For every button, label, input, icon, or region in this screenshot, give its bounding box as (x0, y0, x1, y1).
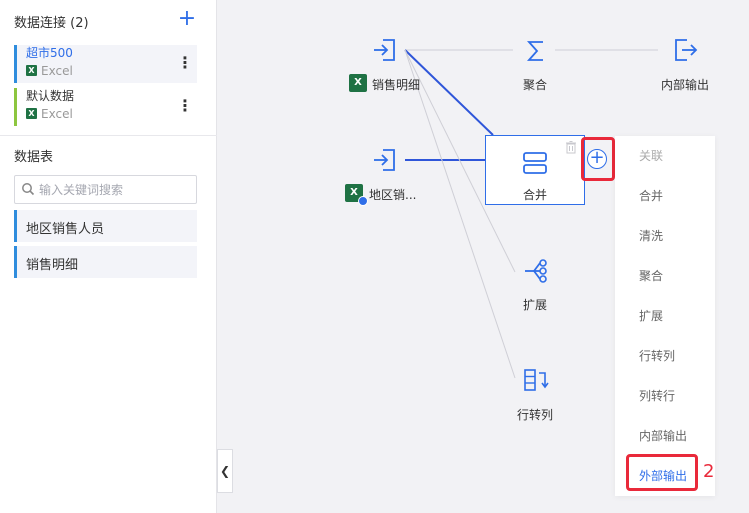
node-label-output: 内部输出 (661, 78, 710, 92)
merge-icon (523, 152, 547, 174)
table-indicator (14, 246, 17, 278)
table-label: 地区销售人员 (26, 222, 105, 237)
trash-icon[interactable] (564, 140, 578, 154)
divider (0, 135, 217, 136)
data-tables-header: 数据表 (14, 150, 54, 165)
excel-icon: X (26, 65, 37, 76)
connection-indicator (14, 88, 17, 126)
connection-type: Excel (41, 107, 73, 121)
menu-item-internal-output[interactable]: 内部输出 (615, 416, 715, 456)
node-label-merge: 合并 (523, 188, 548, 202)
output-icon[interactable] (671, 35, 701, 65)
menu-item-expand[interactable]: 扩展 (615, 296, 715, 336)
input-icon[interactable] (370, 145, 400, 175)
node-label-regional: 地区销... (369, 188, 417, 202)
annotation-box-1 (581, 137, 615, 181)
node-label-expand: 扩展 (523, 298, 548, 312)
more-options-icon[interactable]: ⋮ (177, 53, 193, 75)
annotation-box-2 (626, 454, 698, 491)
annotation-number-2: 2 (703, 461, 715, 482)
table-indicator (14, 210, 17, 242)
menu-item-merge[interactable]: 合并 (615, 176, 715, 216)
connection-name: 超市500 (26, 46, 73, 60)
menu-item-aggregate[interactable]: 聚合 (615, 256, 715, 296)
connection-indicator (14, 45, 17, 83)
merge-node[interactable]: 合并 (485, 135, 585, 205)
edge-input1-row-to-col (404, 49, 516, 379)
check-badge-icon (358, 196, 368, 206)
connection-item-default[interactable]: 默认数据 X Excel ⋮ (14, 88, 197, 126)
plus-icon: + (177, 6, 197, 31)
sigma-icon[interactable] (521, 36, 551, 66)
menu-item-col-to-row[interactable]: 列转行 (615, 376, 715, 416)
search-icon (22, 183, 35, 196)
row-to-col-icon[interactable] (521, 365, 551, 395)
left-sidebar: 数据连接 (2) + 超市500 X Excel ⋮ 默认数据 X Excel … (0, 0, 217, 513)
node-label-row-to-col: 行转列 (517, 408, 554, 422)
add-node-menu: 关联 合并 清洗 聚合 扩展 行转列 列转行 内部输出 外部输出 (615, 136, 715, 496)
data-connections-header: 数据连接 (2) (14, 16, 89, 31)
table-item-sales-detail[interactable]: 销售明细 (14, 246, 197, 278)
menu-item-join[interactable]: 关联 (615, 136, 715, 176)
expand-icon[interactable] (521, 256, 551, 286)
search-input[interactable] (39, 180, 189, 199)
connection-type: Excel (41, 64, 73, 78)
input-icon[interactable] (370, 35, 400, 65)
connection-name: 默认数据 (26, 89, 75, 103)
node-label-aggregate: 聚合 (523, 78, 548, 92)
table-item-regional-sales[interactable]: 地区销售人员 (14, 210, 197, 242)
connection-item-supermarket[interactable]: 超市500 X Excel ⋮ (14, 45, 197, 83)
excel-icon: X (26, 108, 37, 119)
add-connection-button[interactable]: + (176, 6, 198, 31)
search-box (14, 175, 197, 204)
menu-item-row-to-col[interactable]: 行转列 (615, 336, 715, 376)
more-options-icon[interactable]: ⋮ (177, 96, 193, 118)
table-label: 销售明细 (26, 258, 79, 273)
excel-icon: X (349, 74, 367, 92)
menu-item-clean[interactable]: 清洗 (615, 216, 715, 256)
node-label-sales-detail: 销售明细 (372, 78, 421, 92)
